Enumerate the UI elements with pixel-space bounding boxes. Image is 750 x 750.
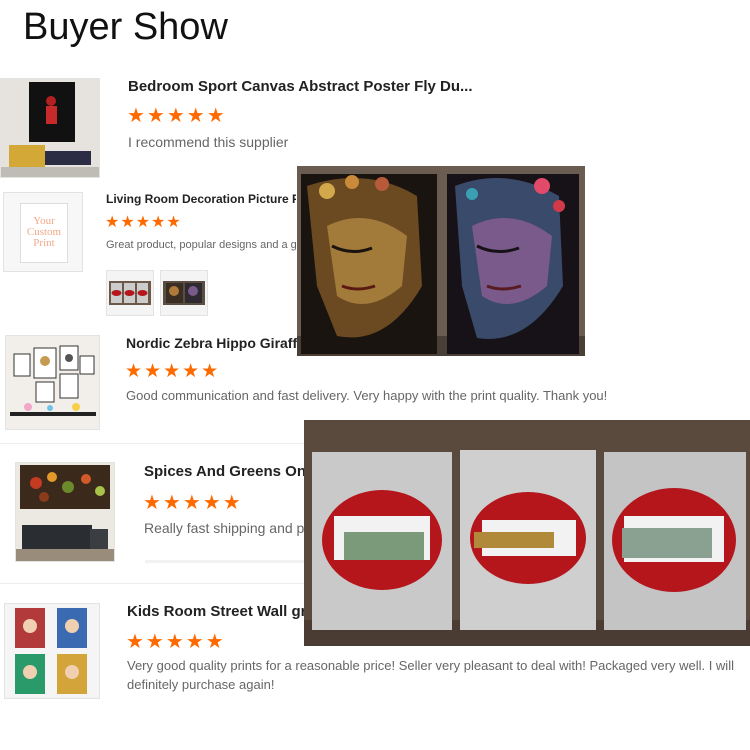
star-rating: ★★★★★ bbox=[127, 105, 227, 127]
product-title[interactable]: Kids Room Street Wall gra bbox=[127, 603, 305, 620]
star-rating: ★★★★★ bbox=[143, 492, 243, 514]
product-thumbnail[interactable] bbox=[4, 603, 100, 699]
product-thumbnail[interactable]: Your Custom Print bbox=[3, 192, 83, 272]
page-title: Buyer Show bbox=[23, 6, 228, 48]
divider bbox=[145, 560, 305, 563]
product-thumbnail[interactable] bbox=[15, 462, 115, 562]
product-thumbnail[interactable] bbox=[5, 335, 100, 430]
divider bbox=[0, 583, 305, 584]
review-photo-thumbnail[interactable] bbox=[160, 270, 208, 316]
review-text: Really fast shipping and pi bbox=[144, 520, 304, 536]
buyer-photo-lips[interactable] bbox=[304, 420, 750, 646]
lips-canvas-image bbox=[304, 420, 750, 646]
divider bbox=[0, 443, 305, 444]
product-thumbnail[interactable] bbox=[0, 78, 100, 178]
review-text-line2: definitely purchase again! bbox=[127, 677, 275, 692]
review-photo-thumbnail[interactable] bbox=[106, 270, 154, 316]
custom-print-text: Your Custom Print bbox=[26, 215, 62, 249]
review-text: I recommend this supplier bbox=[128, 134, 289, 150]
review-text: Great product, popular designs and a g bbox=[106, 239, 296, 251]
product-title[interactable]: Bedroom Sport Canvas Abstract Poster Fly… bbox=[128, 78, 473, 95]
review-text-line1: Very good quality prints for a reasonabl… bbox=[127, 658, 734, 673]
review-text: Good communication and fast delivery. Ve… bbox=[126, 388, 608, 403]
star-rating: ★★★★★ bbox=[105, 214, 182, 231]
buddha-photo-image bbox=[163, 281, 205, 305]
bedroom-poster-image bbox=[1, 79, 99, 177]
lips-photo-image bbox=[109, 281, 151, 305]
star-rating: ★★★★★ bbox=[126, 631, 226, 653]
buyer-photo-buddha[interactable] bbox=[297, 166, 585, 356]
star-rating: ★★★★★ bbox=[125, 361, 221, 382]
street-art-image bbox=[5, 604, 99, 698]
buddha-canvas-image bbox=[297, 166, 585, 356]
product-title[interactable]: Spices And Greens On bbox=[144, 463, 304, 480]
product-title[interactable]: Living Room Decoration Picture P bbox=[106, 192, 296, 206]
product-title[interactable]: Nordic Zebra Hippo Giraffe bbox=[126, 335, 298, 351]
nursery-animals-image bbox=[6, 336, 99, 429]
spices-living-room-image bbox=[16, 463, 114, 561]
